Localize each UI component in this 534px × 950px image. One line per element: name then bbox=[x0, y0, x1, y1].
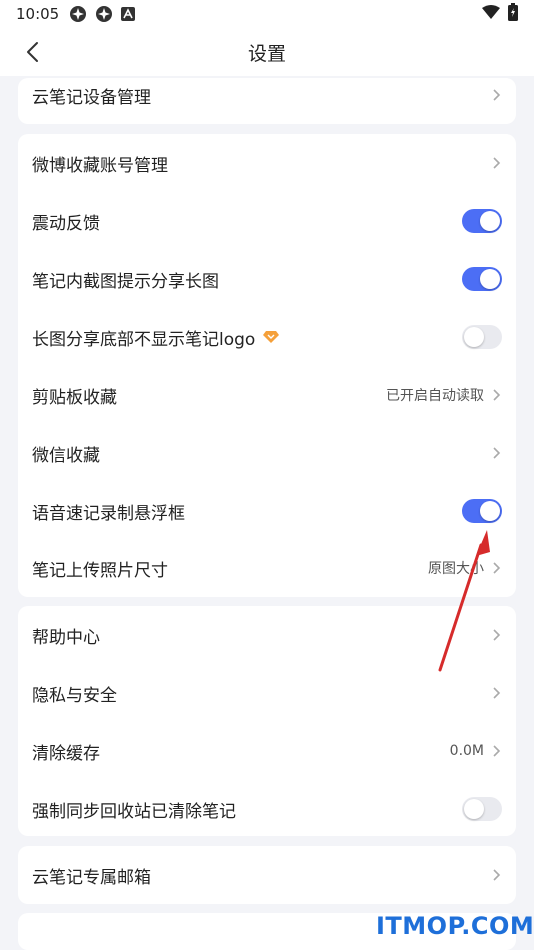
watermark: ITMOP.COM bbox=[376, 912, 534, 940]
chevron-right-icon bbox=[492, 561, 502, 575]
row-label: 强制同步回收站已清除笔记 bbox=[32, 801, 236, 822]
chevron-right-icon bbox=[492, 628, 502, 642]
page-title: 设置 bbox=[247, 42, 286, 65]
row-label: 语音速记录制悬浮框 bbox=[32, 503, 185, 524]
row-label: 清除缓存 bbox=[32, 743, 100, 764]
chevron-right-icon bbox=[492, 868, 502, 882]
row-label: 隐私与安全 bbox=[32, 685, 117, 706]
row-label: 剪贴板收藏 bbox=[32, 387, 117, 408]
chevron-right-icon bbox=[492, 388, 502, 402]
settings-row-clipboard[interactable]: 剪贴板收藏 已开启自动读取 bbox=[18, 366, 516, 424]
chevron-right-icon bbox=[492, 686, 502, 700]
diamond-icon bbox=[263, 330, 280, 344]
settings-card-general: 微博收藏账号管理 震动反馈 笔记内截图提示分享长图 长图分享底部不显示笔记log… bbox=[18, 134, 516, 597]
settings-row-photo-size[interactable]: 笔记上传照片尺寸 原图大小 bbox=[18, 539, 516, 597]
chevron-right-icon bbox=[492, 156, 502, 170]
row-value: 原图大小 bbox=[428, 561, 484, 577]
settings-row-privacy[interactable]: 隐私与安全 bbox=[18, 664, 516, 722]
row-label: 微博收藏账号管理 bbox=[32, 155, 168, 176]
row-label: 笔记内截图提示分享长图 bbox=[32, 271, 219, 292]
settings-card-support: 帮助中心 隐私与安全 清除缓存 0.0M 强制同步回收站已清除笔记 bbox=[18, 606, 516, 836]
settings-row-weibo-account[interactable]: 微博收藏账号管理 bbox=[18, 134, 516, 192]
settings-row-voice-float: 语音速记录制悬浮框 bbox=[18, 482, 516, 540]
vibration-toggle[interactable] bbox=[462, 209, 502, 233]
back-button[interactable] bbox=[18, 38, 46, 66]
settings-row-force-sync: 强制同步回收站已清除笔记 bbox=[18, 780, 516, 836]
hide-logo-toggle[interactable] bbox=[462, 325, 502, 349]
chevron-right-icon bbox=[492, 744, 502, 758]
settings-row-clear-cache[interactable]: 清除缓存 0.0M bbox=[18, 722, 516, 780]
row-value: 0.0M bbox=[449, 743, 484, 759]
row-label: 帮助中心 bbox=[32, 627, 100, 648]
settings-row-vibration: 震动反馈 bbox=[18, 192, 516, 250]
font-notification-icon bbox=[121, 7, 136, 21]
app-notification-icon bbox=[95, 5, 113, 23]
row-label: 笔记上传照片尺寸 bbox=[32, 560, 168, 581]
app-notification-icon bbox=[69, 5, 87, 23]
wifi-icon bbox=[482, 5, 500, 23]
force-sync-toggle[interactable] bbox=[462, 797, 502, 821]
row-label: 震动反馈 bbox=[32, 213, 100, 234]
settings-row-screenshot-share: 笔记内截图提示分享长图 bbox=[18, 250, 516, 308]
voice-float-toggle[interactable] bbox=[462, 499, 502, 523]
row-label-text: 长图分享底部不显示笔记logo bbox=[32, 329, 256, 350]
row-label: 微信收藏 bbox=[32, 445, 100, 466]
status-time: 10:05 bbox=[16, 5, 60, 23]
status-bar: 10:05 bbox=[0, 0, 534, 28]
settings-row-wechat[interactable]: 微信收藏 bbox=[18, 424, 516, 482]
screenshot-share-toggle[interactable] bbox=[462, 267, 502, 291]
settings-row-email[interactable]: 云笔记专属邮箱 bbox=[18, 846, 516, 904]
settings-card-email: 云笔记专属邮箱 bbox=[18, 846, 516, 904]
chevron-left-icon bbox=[27, 42, 38, 62]
header-bar: 设置 bbox=[0, 28, 534, 76]
settings-row-hide-logo: 长图分享底部不显示笔记logo bbox=[18, 308, 516, 366]
row-value: 已开启自动读取 bbox=[386, 388, 484, 404]
chevron-right-icon bbox=[492, 88, 502, 102]
row-label: 云笔记设备管理 bbox=[32, 87, 151, 108]
battery-icon bbox=[508, 3, 518, 25]
settings-row-help[interactable]: 帮助中心 bbox=[18, 606, 516, 664]
settings-row-device-management[interactable]: 云笔记设备管理 bbox=[18, 78, 516, 124]
row-label: 长图分享底部不显示笔记logo bbox=[32, 325, 280, 350]
settings-card-devices: 云笔记设备管理 bbox=[18, 78, 516, 124]
chevron-right-icon bbox=[492, 446, 502, 460]
row-label: 云笔记专属邮箱 bbox=[32, 867, 151, 888]
